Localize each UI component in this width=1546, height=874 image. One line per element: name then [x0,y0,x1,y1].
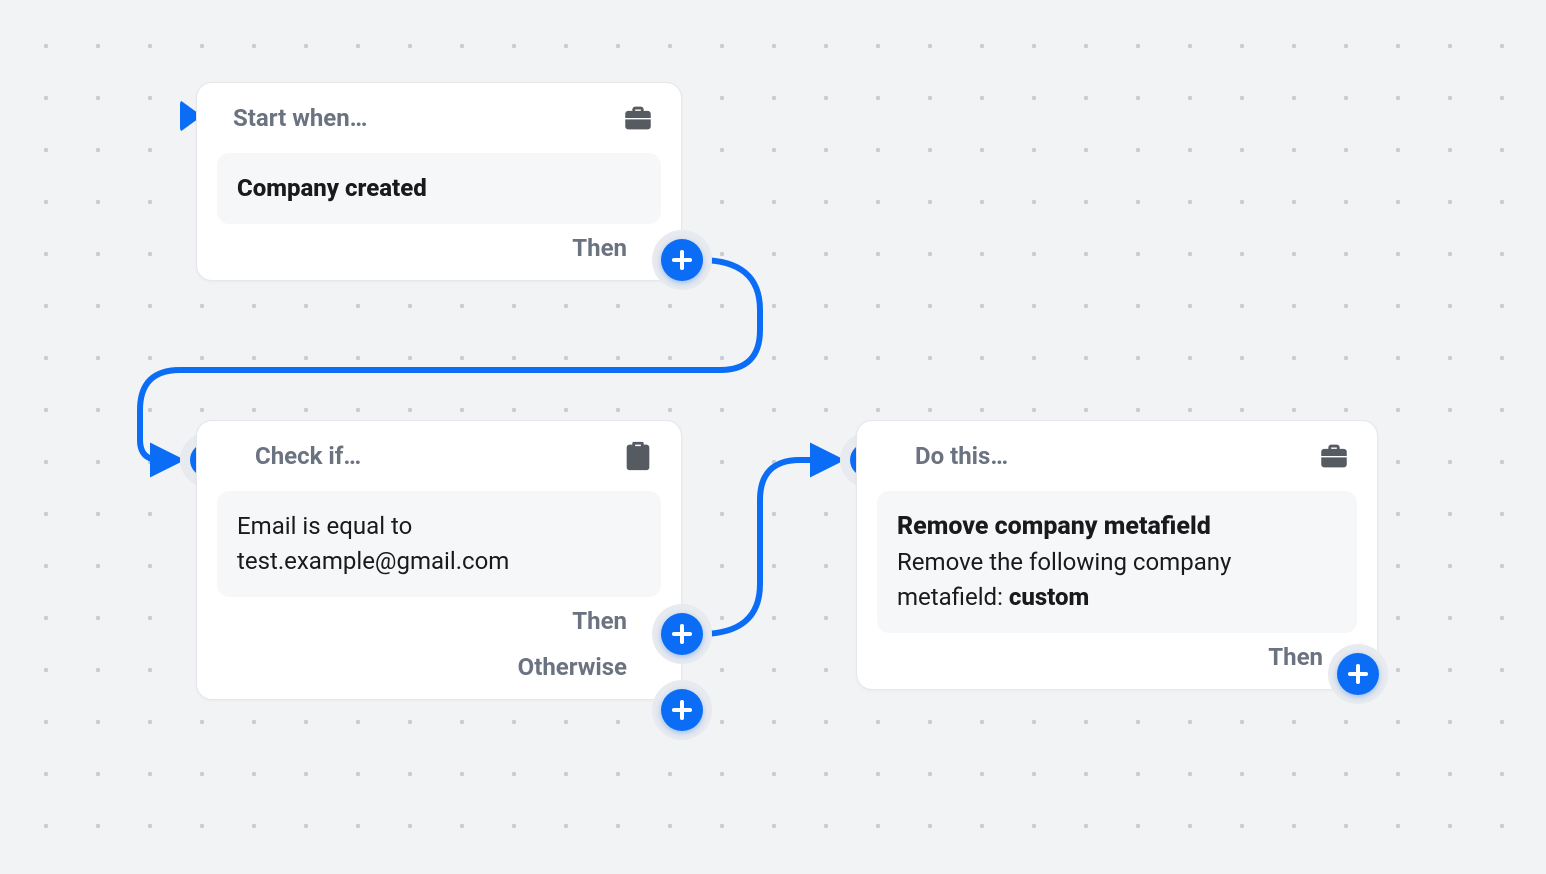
trigger-event-chip: Company created [217,153,661,224]
action-body-chip: Remove company metafield Remove the foll… [877,491,1357,633]
action-card[interactable]: Do this… Remove company metafield Remove… [856,420,1378,690]
condition-otherwise-add-button[interactable] [661,689,703,731]
condition-rule: Email is equal to test.example@gmail.com [237,512,509,575]
trigger-title: Start when… [233,104,367,132]
briefcase-icon [621,101,655,135]
trigger-then-add-button[interactable] [661,239,703,281]
condition-then-label: Then [572,607,627,635]
briefcase-icon [1317,439,1351,473]
trigger-then-label: Then [572,234,627,262]
action-title: Do this… [915,442,1008,470]
condition-rule-chip: Email is equal to test.example@gmail.com [217,491,661,597]
action-then-label: Then [1268,643,1323,671]
clipboard-check-icon [621,439,655,473]
action-description: Remove the following company metafield: … [897,545,1337,615]
action-then-add-button[interactable] [1337,653,1379,695]
condition-then-add-button[interactable] [661,613,703,655]
trigger-card[interactable]: Start when… Company created Then [196,82,682,281]
condition-card[interactable]: Check if… Email is equal to test.example… [196,420,682,700]
action-description-bold: custom [1009,583,1089,611]
action-heading: Remove company metafield [897,509,1337,545]
trigger-event: Company created [237,174,427,202]
condition-title: Check if… [255,442,361,470]
condition-otherwise-label: Otherwise [518,653,627,681]
